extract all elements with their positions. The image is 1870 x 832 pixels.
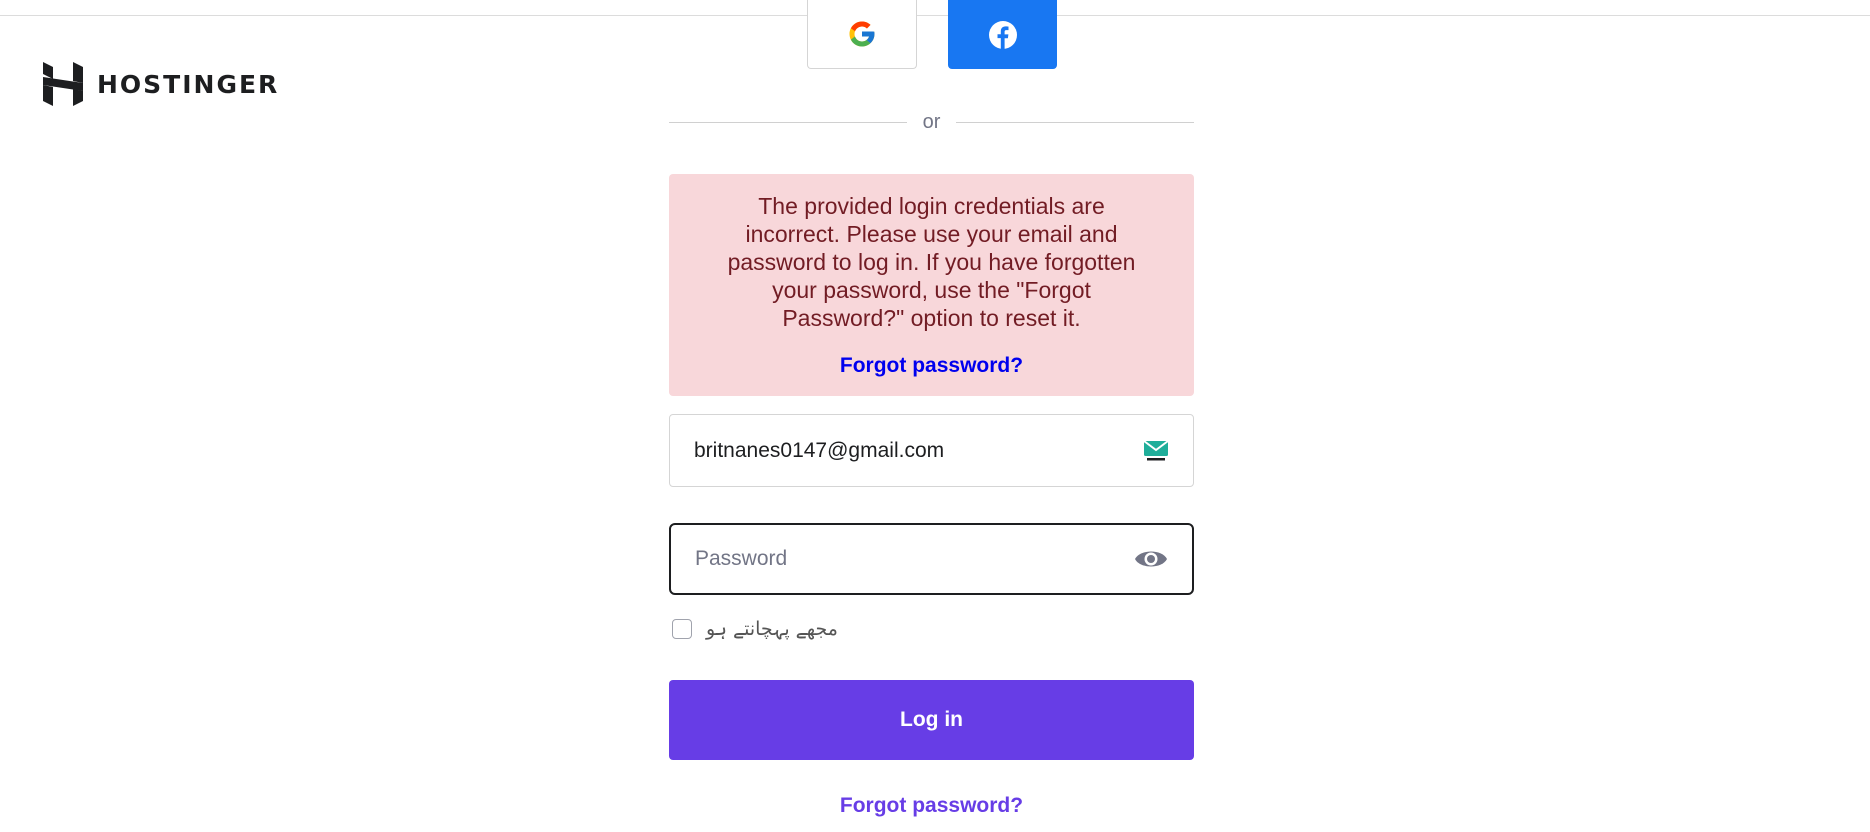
login-button[interactable]: Log in [669, 680, 1194, 760]
email-input[interactable] [694, 438, 1143, 463]
brand-name: HOSTINGER [97, 69, 280, 99]
divider-text: or [922, 110, 941, 133]
remember-me-checkbox[interactable] [672, 619, 692, 639]
facebook-login-button[interactable] [948, 0, 1057, 69]
google-g-icon [849, 21, 875, 47]
remember-me[interactable]: مجھے پہچانتے ہو [672, 618, 838, 640]
login-error-alert: The provided login credentials are incor… [669, 174, 1194, 396]
remember-me-label[interactable]: مجھے پہچانتے ہو [706, 618, 838, 640]
hostinger-logo[interactable]: HOSTINGER [43, 62, 279, 106]
facebook-f-icon [988, 20, 1017, 49]
alert-message: The provided login credentials are incor… [727, 193, 1136, 331]
divider-line-left [669, 121, 907, 123]
divider-line-right [956, 121, 1195, 123]
eye-icon[interactable] [1134, 547, 1168, 571]
hostinger-h-logo-icon [43, 62, 83, 106]
forgot-password-link[interactable]: Forgot password? [669, 794, 1194, 818]
alert-forgot-password-link[interactable]: Forgot password? [713, 354, 1150, 378]
password-input[interactable] [695, 547, 1134, 571]
browser-top-edge [0, 0, 1870, 16]
email-field[interactable] [669, 414, 1194, 487]
temp-mail-icon[interactable] [1143, 439, 1169, 462]
password-field[interactable] [669, 523, 1194, 595]
google-login-button[interactable] [807, 0, 917, 69]
or-divider: or [669, 108, 1195, 136]
